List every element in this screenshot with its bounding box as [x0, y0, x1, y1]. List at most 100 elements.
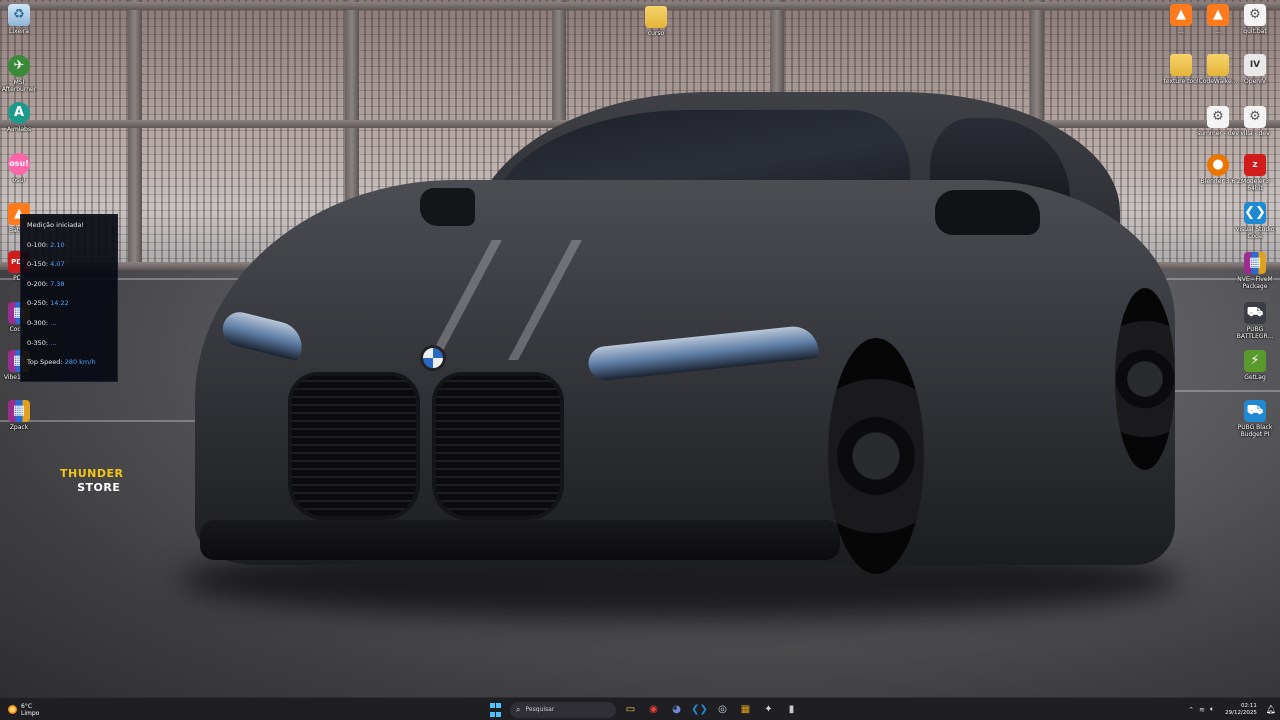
clock[interactable]: 02:11 29/12/2025 — [1225, 703, 1257, 717]
desktop-shortcut[interactable]: ⛟ PUBG BATTLEGR... — [1232, 302, 1278, 340]
volume-icon[interactable]: 🔈︎ — [1210, 705, 1214, 714]
overlay-split-row: 0-100: 2.10 — [27, 240, 111, 260]
wifi-icon[interactable]: ≋ — [1199, 706, 1205, 714]
system-tray: ⌃ ≋ 🔈︎ 02:11 29/12/2025 🔔︎ — [1188, 701, 1276, 718]
search-icon: ⌕ — [516, 704, 521, 714]
clock-date: 29/12/2025 — [1225, 709, 1257, 716]
weather-widget[interactable]: 6°C Limpo — [8, 701, 39, 718]
weather-desc: Limpo — [21, 709, 40, 717]
overlay-split-row: 0-200: 7.38 — [27, 279, 111, 299]
split-label: 0-250: — [27, 299, 49, 308]
desktop-shortcut[interactable]: ♻ Lixeira — [0, 4, 42, 35]
desktop-shortcut[interactable]: ❮❯ Visual Studio Code — [1232, 202, 1278, 240]
vlc-icon: ▲ — [1170, 4, 1192, 26]
split-value: 7.38 — [50, 279, 65, 288]
weather-temp: 6°C — [21, 702, 33, 710]
folder-icon — [645, 6, 667, 28]
game-icon[interactable]: ✦ — [760, 701, 777, 718]
discord-icon[interactable]: ◕ — [668, 701, 685, 718]
desktop-shortcut[interactable]: ▦ Zpack — [0, 400, 42, 431]
chevron-up-icon[interactable]: ⌃ — [1188, 706, 1194, 714]
split-value: 14.22 — [50, 299, 69, 308]
search-placeholder: Pesquisar — [525, 706, 555, 713]
overlay-split-row: 0-300: ... — [27, 318, 111, 338]
shortcut-label: villa - dev — [1240, 130, 1270, 137]
shortcut-label: PUBG Black Budget PI — [1237, 424, 1273, 438]
notification-bell-icon[interactable]: 🔔︎ — [1266, 705, 1276, 714]
desktop-shortcut[interactable]: osu! osu! — [0, 153, 42, 184]
taskbar: 6°C Limpo ⌕ Pesquisar ▭ ◉ ◕ ❮❯ ◎ ▦ ✦ ▮ ⌃ ≋ 🔈︎ 0… — [0, 697, 1280, 720]
split-value: ... — [50, 338, 57, 347]
desktop-shortcut[interactable]: IV OpenIV — [1232, 54, 1278, 85]
taskbar-search[interactable]: ⌕ Pesquisar — [510, 701, 616, 718]
winrar-icon: ▦ — [8, 400, 30, 422]
osu-icon: osu! — [8, 153, 30, 175]
blender-icon: ● — [1207, 154, 1229, 176]
folder-icon — [1207, 54, 1229, 76]
desktop-shortcut[interactable]: Z ZModeler3 - 64bit — [1232, 154, 1278, 192]
thunder-store-watermark: THUNDER STORE — [60, 467, 123, 495]
top-speed-value: 280 km/h — [64, 358, 96, 367]
speed-measurement-overlay: Medição iniciada! 0-100: 2.10 0-150: 4.07… — [20, 214, 118, 382]
clock-time: 02:11 — [1240, 702, 1257, 709]
shortcut-label: OpenIV — [1244, 78, 1266, 85]
split-value: ... — [50, 318, 57, 327]
top-speed-row: Top Speed: 280 km/h — [27, 357, 111, 377]
overlay-split-row: 0-150: 4.07 — [27, 259, 111, 279]
start-button[interactable] — [487, 701, 504, 718]
shortcut-label: osu! — [12, 177, 26, 184]
openiv-icon: IV — [1244, 54, 1266, 76]
overlay-split-row: 0-250: 14.22 — [27, 298, 111, 318]
shortcut-label: Aimlabs — [7, 126, 31, 133]
shortcut-label: Zpack — [9, 424, 29, 431]
shortcut-label: ZModeler3 - 64bit — [1236, 178, 1274, 192]
vscode-icon: ❮❯ — [1244, 202, 1266, 224]
folder-curso[interactable]: curso — [633, 6, 679, 37]
desktop-shortcut[interactable]: ⚙ villa - dev — [1232, 106, 1278, 137]
shortcut-label: PUBG BATTLEGR... — [1236, 326, 1274, 340]
watermark-line2: STORE — [77, 481, 121, 494]
desktop-shortcut[interactable]: ⚡ GetLag — [1232, 350, 1278, 381]
top-speed-label: Top Speed: — [27, 358, 63, 367]
watermark-line1: THUNDER — [60, 467, 124, 480]
bat-file-icon: ⚙ — [1244, 106, 1266, 128]
pubg-icon: ⛟ — [1244, 302, 1266, 324]
overlay-split-row: 0-350: ... — [27, 338, 111, 358]
shortcut-label: MSI Afterburner — [1, 79, 37, 93]
desktop-shortcut[interactable]: A Aimlabs — [0, 102, 42, 133]
desktop-wallpaper — [0, 0, 1280, 697]
desktop-shortcut[interactable]: ⚙ quit.bat — [1232, 4, 1278, 35]
recycle-bin-icon: ♻ — [8, 4, 30, 26]
folder-icon — [1170, 54, 1192, 76]
shortcut-label: NVE - FiveM Package — [1237, 276, 1273, 290]
bmw-logo — [420, 345, 446, 371]
geforce-icon: ⚡ — [1244, 350, 1266, 372]
desktop-shortcut[interactable]: ✈ MSI Afterburner — [0, 55, 42, 93]
pubg-blackbudget-icon: ⛟ — [1244, 400, 1266, 422]
desktop-shortcut[interactable]: ▦ NVE - FiveM Package — [1232, 252, 1278, 290]
split-value: 4.07 — [50, 260, 65, 269]
split-label: 0-100: — [27, 240, 49, 249]
bat-file-icon: ⚙ — [1207, 106, 1229, 128]
shortcut-label: Visual Studio Code — [1235, 226, 1275, 240]
split-label: 0-350: — [27, 338, 49, 347]
sun-icon — [8, 705, 17, 714]
vscode-taskbar-icon[interactable]: ❮❯ — [691, 701, 708, 718]
split-label: 0-200: — [27, 279, 49, 288]
shortcut-label: Lixeira — [9, 28, 29, 35]
terminal-icon[interactable]: ▮ — [783, 701, 800, 718]
zmodeler-icon: Z — [1244, 154, 1266, 176]
winrar-taskbar-icon[interactable]: ▦ — [737, 701, 754, 718]
file-explorer-icon[interactable]: ▭ — [622, 701, 639, 718]
vlc-icon: ▲ — [1207, 4, 1229, 26]
split-value: 2.10 — [50, 240, 65, 249]
desktop-shortcut[interactable]: ⛟ PUBG Black Budget PI — [1232, 400, 1278, 438]
chrome-icon[interactable]: ◉ — [645, 701, 662, 718]
split-label: 0-300: — [27, 318, 49, 327]
shortcut-label: quit.bat — [1243, 28, 1267, 35]
aimlabs-icon: A — [8, 102, 30, 124]
split-label: 0-150: — [27, 260, 49, 269]
steam-icon[interactable]: ◎ — [714, 701, 731, 718]
msi-afterburner-icon: ✈ — [8, 55, 30, 77]
shortcut-label: GetLag — [1244, 374, 1266, 381]
